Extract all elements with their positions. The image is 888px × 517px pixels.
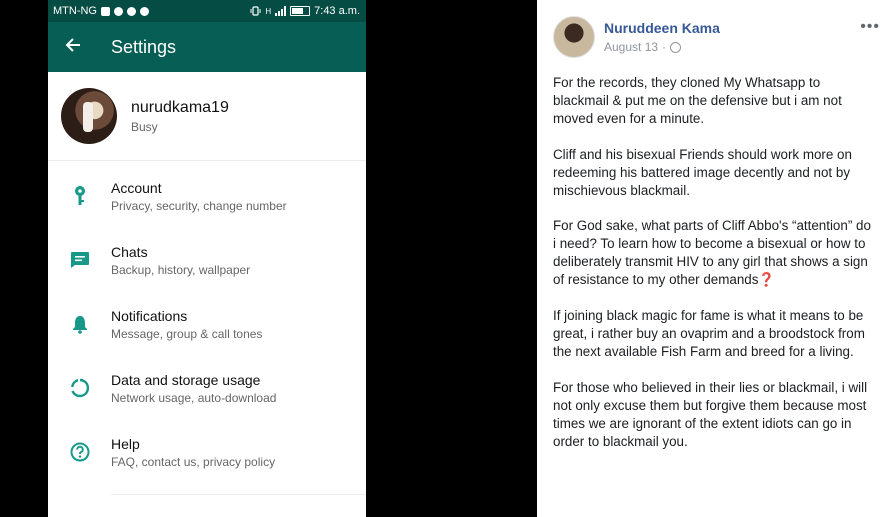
divider <box>111 494 366 495</box>
vibrate-icon <box>250 6 261 16</box>
settings-item-notifications[interactable]: Notifications Message, group & call tone… <box>48 292 366 356</box>
settings-item-help[interactable]: Help FAQ, contact us, privacy policy <box>48 420 366 484</box>
separator-dot: · <box>662 40 667 54</box>
settings-item-data-storage[interactable]: Data and storage usage Network usage, au… <box>48 356 366 420</box>
help-icon <box>48 442 111 462</box>
setting-subtitle: Backup, history, wallpaper <box>111 262 251 277</box>
post-header: Nuruddeen Kama August 13 · ••• <box>537 0 888 58</box>
post-paragraph: If joining black magic for fame is what … <box>553 308 865 359</box>
settings-list: Account Privacy, security, change number… <box>48 161 366 484</box>
network-type: H <box>265 6 272 16</box>
setting-title: Notifications <box>111 307 188 324</box>
status-bar: MTN-NG H 7:43 a.m. <box>48 0 366 22</box>
back-arrow-icon[interactable] <box>48 36 98 59</box>
more-options-icon[interactable]: ••• <box>860 18 880 36</box>
battery-icon <box>290 6 311 16</box>
setting-title: Chats <box>111 243 148 260</box>
facebook-icon <box>114 6 123 16</box>
clock: 7:43 a.m. <box>314 5 360 17</box>
setting-subtitle: Network usage, auto-download <box>111 390 277 405</box>
chat-icon <box>48 251 111 269</box>
setting-subtitle: Message, group & call tones <box>111 326 263 341</box>
author-avatar[interactable] <box>553 16 595 58</box>
facebook-post: Nuruddeen Kama August 13 · ••• For the r… <box>537 0 888 517</box>
settings-item-chats[interactable]: Chats Backup, history, wallpaper <box>48 228 366 292</box>
setting-subtitle: FAQ, contact us, privacy policy <box>111 454 276 469</box>
post-date-link[interactable]: August 13 <box>604 40 658 54</box>
signal-icon <box>275 6 287 16</box>
post-body: For the records, they cloned My Whatsapp… <box>537 58 888 450</box>
whatsapp-icon <box>140 6 149 16</box>
whatsapp-settings-screen: MTN-NG H 7:43 a.m. Settings nurudkama19 … <box>48 0 366 517</box>
globe-icon <box>670 41 682 53</box>
settings-item-account[interactable]: Account Privacy, security, change number <box>48 164 366 228</box>
profile-name: nurudkama19 <box>131 98 229 116</box>
post-paragraph: For God sake, what parts of Cliff Abbo's… <box>553 218 871 288</box>
setting-title: Account <box>111 179 162 196</box>
setting-title: Data and storage usage <box>111 371 261 388</box>
carrier-label: MTN-NG <box>53 5 97 17</box>
post-paragraph: Cliff and his bisexual Friends should wo… <box>553 146 852 198</box>
bell-icon <box>48 314 111 334</box>
app-bar: Settings <box>48 22 366 72</box>
profile-status: Busy <box>131 119 158 134</box>
messenger-icon <box>127 6 136 16</box>
key-icon <box>48 185 111 207</box>
page-title: Settings <box>111 36 177 57</box>
data-usage-icon <box>48 378 111 398</box>
notification-icon <box>101 6 110 16</box>
post-paragraph: For those who believed in their lies or … <box>553 379 868 449</box>
profile-avatar[interactable] <box>61 88 117 144</box>
author-name-link[interactable]: Nuruddeen Kama <box>604 20 720 36</box>
setting-subtitle: Privacy, security, change number <box>111 198 287 213</box>
profile-row[interactable]: nurudkama19 Busy <box>48 72 366 161</box>
post-paragraph: For the records, they cloned My Whatsapp… <box>553 75 842 126</box>
setting-title: Help <box>111 435 140 452</box>
